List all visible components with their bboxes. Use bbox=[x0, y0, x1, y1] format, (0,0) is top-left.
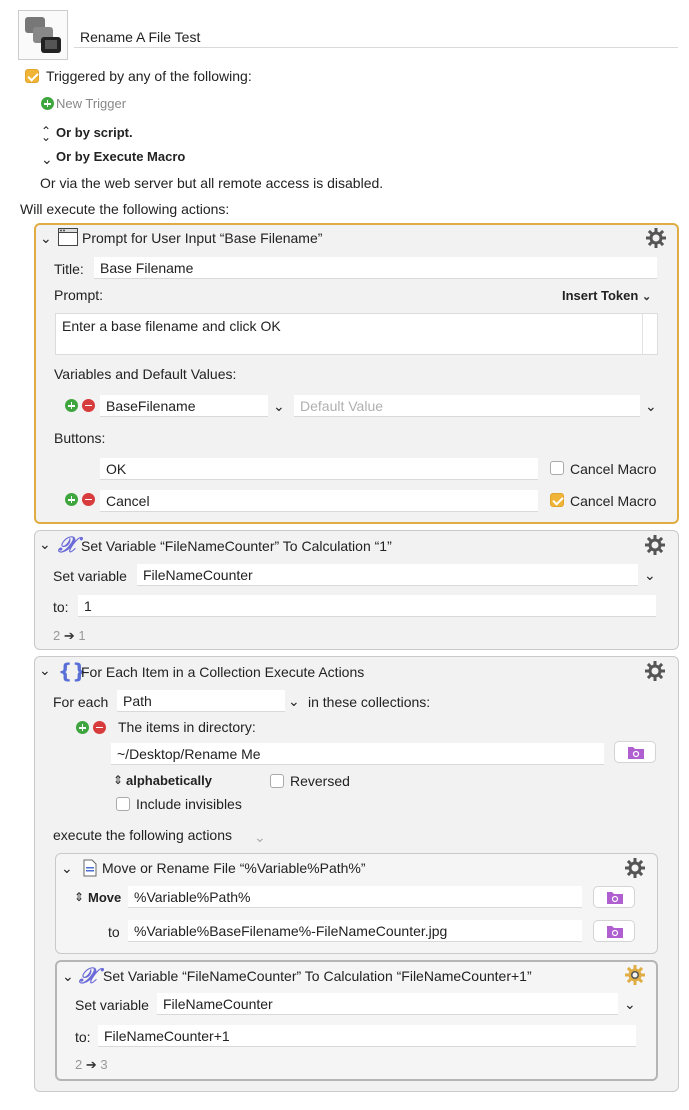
variable-chevron-icon[interactable]: ⌄ bbox=[644, 567, 656, 584]
cancel-macro-checkbox-ok[interactable] bbox=[550, 461, 564, 475]
keyboard-maestro-group-icon bbox=[25, 17, 61, 53]
add-variable-button[interactable] bbox=[65, 399, 78, 412]
variable-name-field[interactable]: FileNameCounter bbox=[137, 564, 638, 586]
action-title: Set Variable “FileNameCounter” To Calcul… bbox=[81, 538, 392, 554]
remove-variable-button[interactable] bbox=[82, 399, 95, 412]
cancel-macro-checkbox-cancel[interactable] bbox=[550, 493, 564, 507]
variable-chevron-icon[interactable]: ⌄ bbox=[624, 996, 636, 1013]
chevron-down-icon[interactable]: ⌄ bbox=[41, 151, 53, 168]
remove-collection-button[interactable] bbox=[93, 721, 106, 734]
buttons-label: Buttons: bbox=[54, 430, 106, 446]
calculation-field[interactable]: 1 bbox=[78, 595, 656, 617]
calculation-result: 2 ➔ 3 bbox=[75, 1057, 108, 1072]
to-label: to: bbox=[75, 1029, 91, 1045]
action-title: For Each Item in a Collection Execute Ac… bbox=[81, 664, 365, 680]
sort-updown-icon[interactable]: ⇕ bbox=[113, 773, 123, 787]
to-label: to bbox=[108, 924, 120, 940]
items-in-directory-label: The items in directory: bbox=[118, 719, 256, 735]
gear-icon[interactable] bbox=[625, 858, 645, 878]
default-value-field[interactable]: Default Value bbox=[294, 395, 640, 417]
variable-x-icon: 𝒳 bbox=[58, 532, 77, 558]
actions-header: Will execute the following actions: bbox=[20, 201, 230, 217]
prompt-label: Prompt: bbox=[54, 287, 104, 303]
include-invisibles-checkbox[interactable] bbox=[116, 797, 130, 811]
remove-button-button[interactable] bbox=[82, 493, 95, 506]
default-value-chevron-icon[interactable]: ⌄ bbox=[645, 398, 657, 415]
move-rename-file-action[interactable]: ⌄ Move or Rename File “%Variable%Path%” … bbox=[55, 853, 658, 954]
variable-name-field[interactable]: FileNameCounter bbox=[157, 993, 618, 1015]
for-each-variable-chevron-icon[interactable]: ⌄ bbox=[288, 693, 300, 710]
or-by-script-label[interactable]: Or by script. bbox=[56, 125, 133, 140]
add-collection-button[interactable] bbox=[76, 721, 89, 734]
window-icon bbox=[58, 228, 78, 246]
in-collections-label: in these collections: bbox=[308, 694, 431, 710]
button-field-cancel[interactable]: Cancel bbox=[100, 490, 538, 512]
set-variable-action-2[interactable]: ⌄ 𝒳 Set Variable “FileNameCounter” To Ca… bbox=[55, 960, 658, 1081]
textarea-scrollbar[interactable] bbox=[642, 314, 657, 354]
action-title: Prompt for User Input “Base Filename” bbox=[82, 230, 323, 246]
variables-label: Variables and Default Values: bbox=[54, 366, 237, 382]
prompt-user-input-action[interactable]: ⌄ Prompt for User Input “Base Filename” … bbox=[34, 223, 679, 524]
reversed-checkbox[interactable] bbox=[270, 774, 284, 788]
web-server-note: Or via the web server but all remote acc… bbox=[40, 175, 384, 191]
collapse-chevron-icon[interactable]: ⌄ bbox=[39, 662, 51, 679]
button-field-ok[interactable]: OK bbox=[100, 458, 538, 480]
include-invisibles-label: Include invisibles bbox=[136, 796, 242, 812]
gear-icon[interactable] bbox=[645, 535, 665, 555]
gear-icon[interactable] bbox=[645, 661, 665, 681]
mode-updown-icon[interactable]: ⇕ bbox=[74, 890, 84, 904]
variable-name-chevron-icon[interactable]: ⌄ bbox=[273, 398, 285, 415]
set-variable-action-1[interactable]: ⌄ 𝒳 Set Variable “FileNameCounter” To Ca… bbox=[34, 530, 679, 650]
new-trigger-button[interactable]: New Trigger bbox=[56, 96, 126, 111]
execute-actions-label: execute the following actions bbox=[53, 827, 232, 843]
macro-icon[interactable] bbox=[18, 10, 68, 60]
to-label: to: bbox=[53, 599, 69, 615]
collapse-chevron-icon[interactable]: ⌄ bbox=[62, 968, 74, 985]
reversed-label: Reversed bbox=[290, 773, 350, 789]
collapse-chevron-icon[interactable]: ⌄ bbox=[40, 230, 52, 247]
set-variable-label: Set variable bbox=[75, 997, 149, 1013]
calculation-result: 2 ➔ 1 bbox=[53, 628, 86, 643]
folder-icon bbox=[628, 747, 644, 759]
triggered-label: Triggered by any of the following: bbox=[46, 68, 252, 84]
macro-name-field[interactable]: Rename A File Test bbox=[74, 26, 678, 48]
insert-token-button[interactable]: Insert Token ⌄ bbox=[562, 288, 651, 303]
sort-order-popup[interactable]: alphabetically bbox=[126, 773, 212, 788]
directory-field[interactable]: ~/Desktop/Rename Me bbox=[111, 743, 604, 765]
for-each-variable-field[interactable]: Path bbox=[117, 690, 285, 712]
choose-destination-button[interactable] bbox=[593, 920, 635, 942]
add-button-button[interactable] bbox=[65, 493, 78, 506]
execute-actions-chevron-icon[interactable]: ⌄ bbox=[254, 829, 266, 846]
collapse-chevron-icon[interactable]: ⌄ bbox=[61, 860, 73, 877]
file-icon bbox=[83, 859, 97, 877]
new-trigger-plus-icon[interactable] bbox=[41, 97, 54, 110]
gear-icon[interactable] bbox=[646, 228, 666, 248]
collapse-chevron-icon[interactable]: ⌄ bbox=[39, 536, 51, 553]
prompt-text: Enter a base filename and click OK bbox=[62, 318, 281, 334]
for-each-action[interactable]: ⌄ {} For Each Item in a Collection Execu… bbox=[34, 656, 679, 1092]
for-each-label: For each bbox=[53, 694, 109, 710]
cancel-macro-label-ok: Cancel Macro bbox=[570, 461, 657, 477]
choose-source-button[interactable] bbox=[593, 886, 635, 908]
triggered-checkbox[interactable] bbox=[25, 69, 39, 83]
choose-folder-button[interactable] bbox=[614, 741, 656, 763]
folder-icon bbox=[607, 926, 623, 938]
or-by-execute-macro-label[interactable]: Or by Execute Macro bbox=[56, 149, 185, 164]
source-path-field[interactable]: %Variable%Path% bbox=[128, 886, 582, 908]
action-title: Set Variable “FileNameCounter” To Calcul… bbox=[103, 968, 532, 984]
calculation-field[interactable]: FileNameCounter+1 bbox=[98, 1025, 636, 1047]
folder-icon bbox=[607, 892, 623, 904]
prompt-textarea[interactable]: Enter a base filename and click OK bbox=[55, 313, 658, 355]
set-variable-label: Set variable bbox=[53, 568, 127, 584]
cancel-macro-label-cancel: Cancel Macro bbox=[570, 493, 657, 509]
variable-name-field[interactable]: BaseFilename bbox=[100, 395, 268, 417]
title-field[interactable]: Base Filename bbox=[94, 257, 657, 279]
variable-x-icon: 𝒳 bbox=[79, 963, 98, 989]
gear-icon[interactable] bbox=[625, 965, 645, 985]
title-label: Title: bbox=[54, 261, 84, 277]
updown-chevron-icon-lower: ⌄ bbox=[41, 130, 52, 144]
move-mode-popup[interactable]: Move bbox=[88, 890, 121, 905]
action-title: Move or Rename File “%Variable%Path%” bbox=[102, 860, 366, 876]
destination-path-field[interactable]: %Variable%BaseFilename%-FileNameCounter.… bbox=[128, 920, 582, 942]
